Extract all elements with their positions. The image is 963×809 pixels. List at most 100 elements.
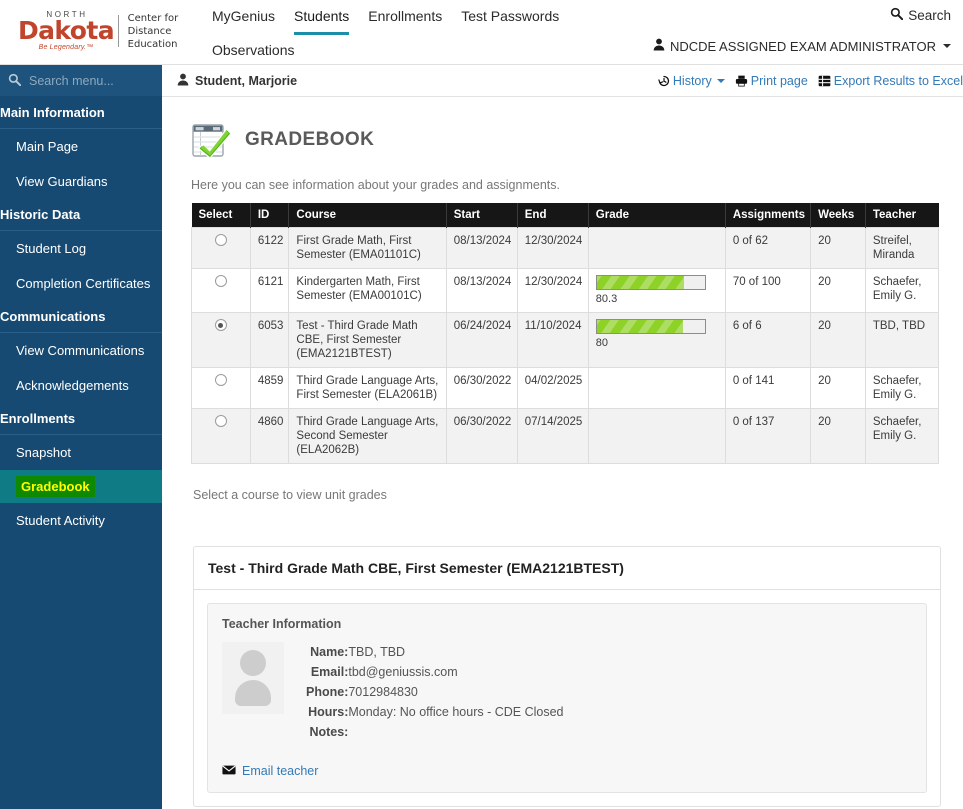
sidebar-item-gradebook[interactable]: Gradebook xyxy=(0,470,162,503)
user-menu[interactable]: NDCDE ASSIGNED EXAM ADMINISTRATOR xyxy=(653,38,951,54)
page-description: Here you can see information about your … xyxy=(191,178,560,192)
cell-grade xyxy=(587,367,726,409)
print-page-button[interactable]: Print page xyxy=(735,74,808,88)
sidebar-item-snapshot[interactable]: Snapshot xyxy=(0,435,162,470)
cell-end: 12/30/2024 xyxy=(516,227,589,269)
cell-teacher: Schaefer, Emily G. xyxy=(864,367,940,409)
sidebar: Main Information Main Page View Guardian… xyxy=(0,65,192,809)
cell-end: 11/10/2024 xyxy=(516,312,589,368)
grade-progress-fill xyxy=(596,276,684,289)
menu-search-icon xyxy=(8,73,22,89)
page-content: GRADEBOOK Here you can see information a… xyxy=(162,97,963,807)
history-label: History xyxy=(672,73,712,88)
teacher-field-value: Monday: No office hours - CDE Closed xyxy=(348,705,564,719)
cell-course: Test - Third Grade Math CBE, First Semes… xyxy=(288,312,447,368)
sidebar-item-view-guardians[interactable]: View Guardians xyxy=(0,164,162,199)
cell-id: 6121 xyxy=(249,268,290,313)
teacher-field-row: Notes: xyxy=(306,722,564,742)
top-bar: NORTH Dakota Be Legendary.™ Center for D… xyxy=(0,0,963,65)
teacher-information-content: Name: TBD, TBD Email: tbd@geniussis.com Phon… xyxy=(222,642,912,742)
teacher-field-value xyxy=(348,722,563,742)
sidebar-section-main-information: Main Information xyxy=(0,97,162,129)
teacher-field-label: Phone: xyxy=(306,685,349,699)
col-select: Select xyxy=(191,203,251,228)
tab-observations[interactable]: Observations xyxy=(212,35,294,69)
email-teacher-link[interactable]: Email teacher xyxy=(222,764,912,778)
cell-id: 6122 xyxy=(249,227,290,269)
sidebar-item-gradebook-label: Gradebook xyxy=(16,476,95,497)
tab-mygenius[interactable]: MyGenius xyxy=(212,0,275,35)
grades-table: Select ID Course Start End Grade Assignm… xyxy=(191,203,940,464)
sidebar-item-view-communications[interactable]: View Communications xyxy=(0,333,162,368)
sidebar-item-acknowledgements[interactable]: Acknowledgements xyxy=(0,368,162,403)
teacher-field-row: Name: TBD, TBD xyxy=(306,642,564,662)
course-radio[interactable] xyxy=(214,374,227,386)
cell-course: First Grade Math, First Semester (EMA011… xyxy=(288,227,447,269)
email-teacher-label: Email teacher xyxy=(242,764,319,778)
teacher-field-value: TBD, TBD xyxy=(348,645,406,659)
logo-tagline: Be Legendary.™ xyxy=(38,44,94,51)
cell-end: 12/30/2024 xyxy=(516,268,589,313)
search-icon xyxy=(890,7,904,23)
export-to-excel-button[interactable]: Export Results to Excel xyxy=(818,74,963,88)
cell-select xyxy=(191,408,251,464)
top-nav-row-2: Observations xyxy=(212,35,672,69)
course-detail-title: Test - Third Grade Math CBE, First Semes… xyxy=(194,547,940,590)
cell-assignments: 70 of 100 xyxy=(724,268,812,313)
student-name: Student, Marjorie xyxy=(195,73,298,88)
cell-weeks: 20 xyxy=(810,408,866,464)
search-button[interactable]: Search xyxy=(890,7,951,23)
teacher-field-row: Phone: 7012984830 xyxy=(306,682,564,702)
table-row[interactable]: 6122 First Grade Math, First Semester (EM… xyxy=(191,227,940,269)
sidebar-search[interactable] xyxy=(0,65,192,97)
teacher-field-label: Email: xyxy=(310,665,349,679)
teacher-field-row: Email: tbd@geniussis.com xyxy=(306,662,564,682)
cell-teacher: TBD, TBD xyxy=(864,312,940,368)
course-radio[interactable] xyxy=(214,275,227,287)
history-button[interactable]: History xyxy=(658,74,725,88)
sidebar-item-student-log[interactable]: Student Log xyxy=(0,231,162,266)
col-id: ID xyxy=(250,203,290,228)
cell-weeks: 20 xyxy=(810,227,866,269)
cell-assignments: 0 of 137 xyxy=(724,408,812,464)
cell-start: 06/24/2024 xyxy=(445,312,518,368)
cell-teacher: Schaefer, Emily G. xyxy=(864,408,940,464)
sidebar-section-historic-data: Historic Data xyxy=(0,199,162,231)
user-icon xyxy=(653,38,665,54)
cell-grade: 80.3 xyxy=(587,268,726,313)
cell-select xyxy=(191,312,251,368)
tab-students[interactable]: Students xyxy=(294,0,350,35)
cell-grade xyxy=(587,227,726,269)
search-label: Search xyxy=(908,7,951,23)
course-radio[interactable] xyxy=(214,319,227,331)
tab-test-passwords[interactable]: Test Passwords xyxy=(461,0,559,35)
course-radio[interactable] xyxy=(214,234,227,246)
teacher-information-box: Teacher Information Name: TBD, TBD Email: t… xyxy=(207,603,927,793)
cell-grade: 80 xyxy=(587,312,726,368)
tab-enrollments[interactable]: Enrollments xyxy=(368,0,442,35)
table-row[interactable]: 4859 Third Grade Language Arts, First Sem… xyxy=(191,367,940,409)
col-grade: Grade xyxy=(588,203,726,228)
cell-select xyxy=(191,367,251,409)
course-radio[interactable] xyxy=(214,415,227,427)
col-teacher: Teacher xyxy=(865,203,939,228)
sidebar-item-main-page[interactable]: Main Page xyxy=(0,129,162,164)
cell-select xyxy=(191,227,251,269)
cell-weeks: 20 xyxy=(810,268,866,313)
logo[interactable]: NORTH Dakota Be Legendary.™ Center for D… xyxy=(18,7,193,55)
sidebar-item-completion-certificates[interactable]: Completion Certificates xyxy=(0,266,162,301)
cell-weeks: 20 xyxy=(810,367,866,409)
teacher-field-label: Name: xyxy=(310,645,349,659)
print-page-label: Print page xyxy=(750,73,808,88)
cell-select xyxy=(191,268,251,313)
sidebar-item-student-activity[interactable]: Student Activity xyxy=(0,503,162,538)
cell-end: 04/02/2025 xyxy=(516,367,589,409)
history-icon xyxy=(658,75,670,87)
table-row[interactable]: 6121 Kindergarten Math, First Semester (E… xyxy=(191,268,940,313)
chevron-down-icon xyxy=(716,78,725,83)
breadcrumb-student: Student, Marjorie xyxy=(177,73,297,89)
table-row[interactable]: 6053 Test - Third Grade Math CBE, First S… xyxy=(191,312,940,368)
cell-teacher: Streifel, Miranda xyxy=(864,227,940,269)
table-row[interactable]: 4860 Third Grade Language Arts, Second Se… xyxy=(191,408,940,464)
logo-dakota-text: Dakota xyxy=(18,16,115,45)
